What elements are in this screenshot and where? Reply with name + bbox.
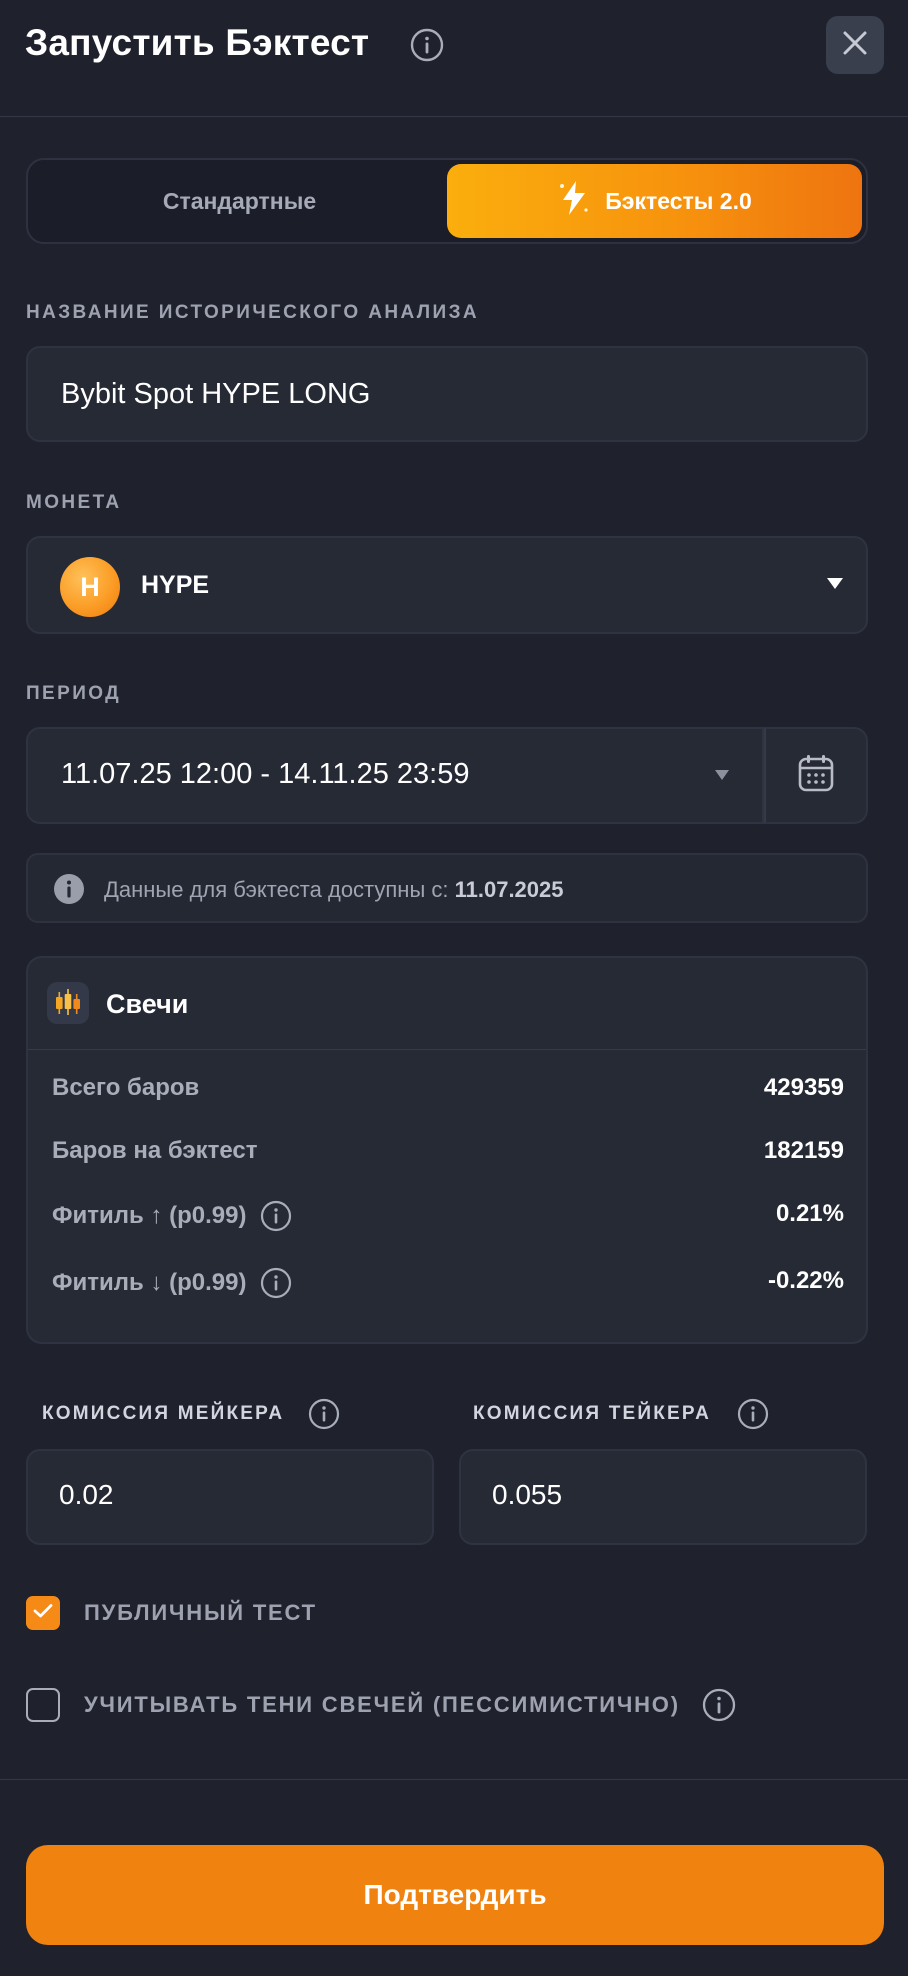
period-value: 11.07.25 12:00 - 14.11.25 23:59 (61, 758, 470, 790)
stat-row: Баров на бэктест 182159 (52, 1131, 844, 1171)
candles-title: Свечи (106, 989, 189, 1019)
stat-label: Всего баров (52, 1074, 200, 1101)
stat-label: Фитиль ↑ (p0.99) (52, 1200, 292, 1232)
stat-row: Всего баров 429359 (52, 1068, 844, 1108)
stat-value: 182159 (763, 1137, 844, 1164)
close-button[interactable] (826, 16, 884, 74)
info-icon (53, 873, 85, 910)
candles-icon (47, 982, 89, 1024)
stat-value: -0.22% (767, 1267, 844, 1294)
coin-avatar: H (60, 557, 120, 617)
tab-backtests-2[interactable]: Бэктесты 2.0 (447, 164, 862, 238)
stat-label: Фитиль ↓ (p0.99) (52, 1267, 292, 1299)
taker-commission-input[interactable] (492, 1479, 832, 1511)
public-test-option[interactable]: ПУБЛИЧНЫЙ ТЕСТ (26, 1596, 317, 1630)
confirm-button[interactable]: Подтвердить (26, 1845, 884, 1945)
wick-down-info-icon[interactable] (260, 1267, 292, 1299)
stat-value: 429359 (763, 1074, 844, 1101)
mode-tabs: Стандартные Бэктесты 2.0 (26, 158, 868, 244)
candles-header: Свечи (28, 958, 866, 1050)
notice-text: Данные для бэктеста доступны с: (104, 877, 449, 902)
coin-name: HYPE (141, 571, 210, 599)
data-availability-notice: Данные для бэктеста доступны с: 11.07.20… (26, 853, 868, 923)
candles-panel: Свечи Всего баров 429359 Баров на бэктес… (26, 956, 868, 1344)
footer-divider (0, 1779, 908, 1780)
stat-row: Фитиль ↓ (p0.99) -0.22% (52, 1261, 844, 1301)
dialog-title: Запустить Бэктест (25, 22, 370, 63)
backtest-dialog: Запустить Бэктест Стандартные Бэктесты 2… (0, 0, 908, 1976)
maker-commission-label: КОМИССИЯ МЕЙКЕРА (42, 1398, 340, 1430)
candle-shadows-label: УЧИТЫВАТЬ ТЕНИ СВЕЧЕЙ (ПЕССИМИСТИЧНО) (84, 1692, 680, 1717)
tab-standard[interactable]: Стандартные (32, 164, 447, 238)
dialog-header: Запустить Бэктест (0, 0, 908, 117)
notice-date: 11.07.2025 (454, 877, 564, 902)
candle-shadows-option[interactable]: УЧИТЫВАТЬ ТЕНИ СВЕЧЕЙ (ПЕССИМИСТИЧНО) (26, 1688, 736, 1722)
lightning-icon (557, 179, 591, 223)
coin-label: МОНЕТА (26, 492, 122, 513)
stat-label: Баров на бэктест (52, 1137, 258, 1164)
period-select[interactable]: 11.07.25 12:00 - 14.11.25 23:59 (26, 727, 764, 824)
candle-shadows-checkbox[interactable] (26, 1688, 60, 1722)
maker-commission-input[interactable] (59, 1479, 399, 1511)
maker-commission-field[interactable] (26, 1449, 434, 1545)
taker-commission-label: КОМИССИЯ ТЕЙКЕРА (473, 1398, 769, 1430)
period-label: ПЕРИОД (26, 683, 122, 704)
wick-up-info-icon[interactable] (260, 1200, 292, 1232)
taker-commission-field[interactable] (459, 1449, 867, 1545)
public-test-checkbox[interactable] (26, 1596, 60, 1630)
calendar-icon (798, 754, 834, 797)
shadows-info-icon[interactable] (702, 1688, 736, 1722)
coin-select[interactable]: H HYPE (26, 536, 868, 634)
caret-down-icon (714, 768, 730, 786)
taker-info-icon[interactable] (737, 1398, 769, 1430)
public-test-label: ПУБЛИЧНЫЙ ТЕСТ (84, 1600, 317, 1625)
stat-value: 0.21% (775, 1200, 844, 1227)
maker-info-icon[interactable] (308, 1398, 340, 1430)
stat-row: Фитиль ↑ (p0.99) 0.21% (52, 1194, 844, 1234)
name-value: Bybit Spot HYPE LONG (61, 378, 371, 410)
title-info-icon[interactable] (410, 28, 444, 62)
name-field[interactable]: Bybit Spot HYPE LONG (26, 346, 868, 442)
checkmark-icon (33, 1603, 53, 1624)
name-label: НАЗВАНИЕ ИСТОРИЧЕСКОГО АНАЛИЗА (26, 302, 480, 323)
calendar-button[interactable] (764, 727, 868, 824)
caret-down-icon (826, 577, 844, 596)
close-icon (842, 30, 868, 61)
tab-backtests-2-label: Бэктесты 2.0 (605, 187, 752, 214)
